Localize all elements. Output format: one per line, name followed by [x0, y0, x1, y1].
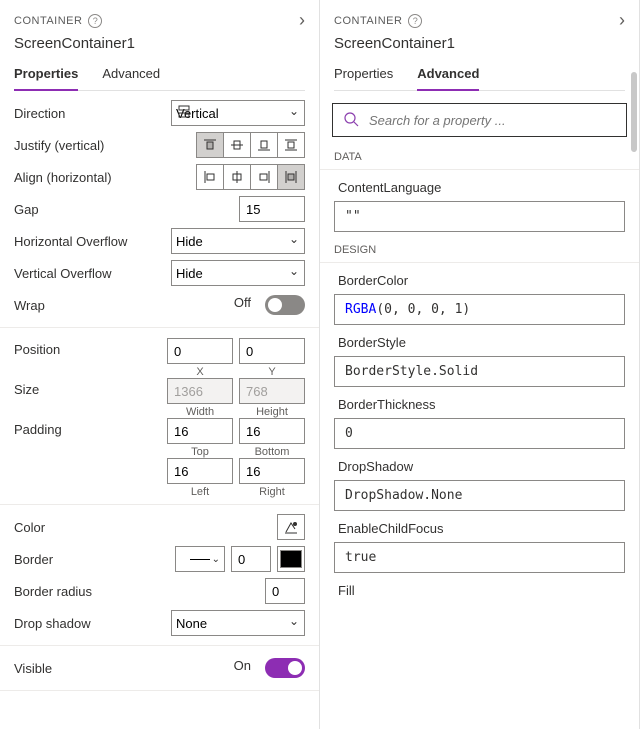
- prop-content-language[interactable]: ContentLanguage: [338, 180, 621, 195]
- align-center-button[interactable]: [223, 164, 251, 190]
- align-button-group: [196, 164, 305, 190]
- position-x-input[interactable]: [167, 338, 233, 364]
- help-icon[interactable]: ?: [408, 14, 422, 28]
- collapse-chevron-icon[interactable]: ›: [299, 10, 305, 31]
- voverflow-select[interactable]: Hide: [171, 260, 305, 286]
- tab-advanced[interactable]: Advanced: [417, 66, 479, 91]
- padding-left-input[interactable]: [167, 458, 233, 484]
- tab-properties[interactable]: Properties: [334, 66, 393, 90]
- label-direction: Direction: [14, 106, 154, 121]
- wrap-toggle[interactable]: [265, 295, 305, 315]
- label-voverflow: Vertical Overflow: [14, 266, 154, 281]
- justify-space-between-button[interactable]: [277, 132, 305, 158]
- container-type-label-right: CONTAINER ?: [334, 14, 422, 28]
- val-border-style[interactable]: BorderStyle.Solid: [334, 356, 625, 387]
- search-icon: [343, 111, 359, 130]
- padding-top-input[interactable]: [167, 418, 233, 444]
- section-design: DESIGN: [320, 242, 639, 263]
- scrollbar[interactable]: [631, 72, 637, 152]
- prop-enable-child-focus[interactable]: EnableChildFocus: [338, 521, 621, 536]
- help-icon[interactable]: ?: [88, 14, 102, 28]
- container-name: ScreenContainer1: [14, 35, 305, 52]
- border-color-button[interactable]: [277, 546, 305, 572]
- tab-properties[interactable]: Properties: [14, 66, 78, 91]
- label-justify: Justify (vertical): [14, 138, 154, 153]
- label-size: Size: [14, 378, 154, 397]
- label-gap: Gap: [14, 202, 154, 217]
- align-start-button[interactable]: [196, 164, 224, 190]
- label-wrap: Wrap: [14, 298, 154, 313]
- label-drop-shadow: Drop shadow: [14, 616, 154, 631]
- justify-end-button[interactable]: [250, 132, 278, 158]
- prop-border-style[interactable]: BorderStyle: [338, 335, 621, 350]
- padding-right-input[interactable]: [239, 458, 305, 484]
- visible-state-text: On: [234, 658, 251, 678]
- tab-advanced[interactable]: Advanced: [102, 66, 160, 90]
- prop-border-color[interactable]: BorderColor: [338, 273, 621, 288]
- container-name-right: ScreenContainer1: [334, 35, 625, 52]
- property-search-input[interactable]: [367, 112, 616, 129]
- label-position: Position: [14, 338, 154, 357]
- prop-fill[interactable]: Fill: [338, 583, 621, 598]
- val-drop-shadow[interactable]: DropShadow.None: [334, 480, 625, 511]
- label-hoverflow: Horizontal Overflow: [14, 234, 154, 249]
- property-search-box[interactable]: [332, 103, 627, 137]
- justify-button-group: [196, 132, 305, 158]
- gap-input[interactable]: [239, 196, 305, 222]
- container-type-label: CONTAINER ?: [14, 14, 102, 28]
- size-width-input: [167, 378, 233, 404]
- visible-toggle[interactable]: [265, 658, 305, 678]
- align-stretch-button[interactable]: [277, 164, 305, 190]
- direction-select[interactable]: Vertical: [171, 100, 305, 126]
- val-content-language[interactable]: "": [334, 201, 625, 232]
- prop-border-thickness[interactable]: BorderThickness: [338, 397, 621, 412]
- val-enable-child-focus[interactable]: true: [334, 542, 625, 573]
- label-border: Border: [14, 552, 154, 567]
- align-end-button[interactable]: [250, 164, 278, 190]
- justify-start-button[interactable]: [196, 132, 224, 158]
- hoverflow-select[interactable]: Hide: [171, 228, 305, 254]
- section-data: DATA: [320, 149, 639, 170]
- justify-center-button[interactable]: [223, 132, 251, 158]
- position-y-input[interactable]: [239, 338, 305, 364]
- collapse-chevron-icon[interactable]: ›: [619, 10, 625, 31]
- color-picker-button[interactable]: [277, 514, 305, 540]
- label-padding: Padding: [14, 418, 154, 437]
- border-width-input[interactable]: [231, 546, 271, 572]
- drop-shadow-select[interactable]: None: [171, 610, 305, 636]
- size-height-input: [239, 378, 305, 404]
- label-align: Align (horizontal): [14, 170, 154, 185]
- padding-bottom-input[interactable]: [239, 418, 305, 444]
- label-border-radius: Border radius: [14, 584, 154, 599]
- label-color: Color: [14, 520, 154, 535]
- label-visible: Visible: [14, 661, 154, 676]
- border-radius-input[interactable]: [265, 578, 305, 604]
- prop-drop-shadow[interactable]: DropShadow: [338, 459, 621, 474]
- val-border-thickness[interactable]: 0: [334, 418, 625, 449]
- wrap-state-text: Off: [234, 295, 251, 315]
- border-style-select[interactable]: ⌄: [175, 546, 225, 572]
- val-border-color[interactable]: RGBA(0, 0, 0, 1): [334, 294, 625, 325]
